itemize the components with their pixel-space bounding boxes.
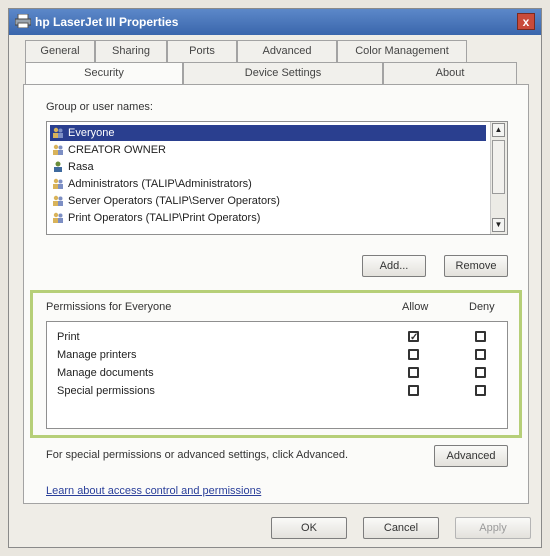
permission-row: Special permissions bbox=[57, 382, 497, 400]
user-list[interactable]: Everyone CREATOR OWNER Rasa Administrato… bbox=[46, 121, 508, 235]
list-item-label: Server Operators (TALIP\Server Operators… bbox=[68, 195, 280, 207]
permission-name: Manage printers bbox=[57, 349, 137, 361]
list-item[interactable]: Server Operators (TALIP\Server Operators… bbox=[50, 193, 486, 209]
security-tab-panel: Group or user names: Everyone CREATOR OW… bbox=[23, 84, 529, 504]
tab-security[interactable]: Security bbox=[25, 62, 183, 84]
list-item-label: Everyone bbox=[68, 127, 115, 139]
tab-advanced[interactable]: Advanced bbox=[237, 40, 337, 62]
special-permissions-text: For special permissions or advanced sett… bbox=[46, 449, 349, 461]
remove-button[interactable]: Remove bbox=[444, 255, 508, 277]
tab-color-management[interactable]: Color Management bbox=[337, 40, 467, 62]
list-item[interactable]: Print Operators (TALIP\Print Operators) bbox=[50, 210, 486, 226]
tab-row-1: General Sharing Ports Advanced Color Man… bbox=[25, 40, 467, 62]
permission-name: Manage documents bbox=[57, 367, 154, 379]
deny-checkbox[interactable] bbox=[475, 385, 486, 396]
list-item-label: Administrators (TALIP\Administrators) bbox=[68, 178, 252, 190]
permission-name: Special permissions bbox=[57, 385, 155, 397]
scroll-up-icon[interactable]: ▲ bbox=[492, 123, 505, 137]
permission-row: Manage printers bbox=[57, 346, 497, 364]
tab-sharing[interactable]: Sharing bbox=[95, 40, 167, 62]
tab-device-settings[interactable]: Device Settings bbox=[183, 62, 383, 84]
tab-general[interactable]: General bbox=[25, 40, 95, 62]
group-icon bbox=[53, 144, 63, 155]
cancel-button[interactable]: Cancel bbox=[363, 517, 439, 539]
list-item[interactable]: CREATOR OWNER bbox=[50, 142, 486, 158]
advanced-button[interactable]: Advanced bbox=[434, 445, 508, 467]
list-item-label: Print Operators (TALIP\Print Operators) bbox=[68, 212, 261, 224]
allow-checkbox[interactable] bbox=[408, 349, 419, 360]
list-item-label: CREATOR OWNER bbox=[68, 144, 166, 156]
deny-column-label: Deny bbox=[469, 301, 495, 313]
group-icon bbox=[53, 195, 63, 206]
group-icon bbox=[53, 212, 63, 223]
user-icon bbox=[54, 161, 62, 172]
properties-dialog: hp LaserJet III Properties x General Sha… bbox=[8, 8, 542, 548]
permission-name: Print bbox=[57, 331, 80, 343]
allow-checkbox[interactable] bbox=[408, 385, 419, 396]
list-item[interactable]: Administrators (TALIP\Administrators) bbox=[50, 176, 486, 192]
list-item[interactable]: Rasa bbox=[50, 159, 486, 175]
list-item[interactable]: Everyone bbox=[50, 125, 486, 141]
scrollbar[interactable]: ▲ ▼ bbox=[490, 122, 507, 234]
permissions-header: Permissions for Everyone bbox=[46, 301, 172, 313]
window-title: hp LaserJet III Properties bbox=[35, 15, 179, 29]
group-icon bbox=[53, 178, 63, 189]
tab-about[interactable]: About bbox=[383, 62, 517, 84]
group-label: Group or user names: bbox=[46, 101, 153, 113]
apply-button[interactable]: Apply bbox=[455, 517, 531, 539]
title-bar: hp LaserJet III Properties x bbox=[9, 9, 541, 35]
tab-ports[interactable]: Ports bbox=[167, 40, 237, 62]
permission-row: Print ✓ bbox=[57, 328, 497, 346]
ok-button[interactable]: OK bbox=[271, 517, 347, 539]
list-item-label: Rasa bbox=[68, 161, 94, 173]
learn-more-link[interactable]: Learn about access control and permissio… bbox=[46, 485, 261, 497]
scroll-thumb[interactable] bbox=[492, 140, 505, 194]
deny-checkbox[interactable] bbox=[475, 349, 486, 360]
checkmark-icon: ✓ bbox=[410, 332, 419, 343]
permission-row: Manage documents bbox=[57, 364, 497, 382]
permissions-list: Print ✓ Manage printers Manage documents… bbox=[46, 321, 508, 429]
allow-column-label: Allow bbox=[402, 301, 429, 313]
deny-checkbox[interactable] bbox=[475, 367, 486, 378]
allow-checkbox[interactable] bbox=[408, 367, 419, 378]
add-button[interactable]: Add... bbox=[362, 255, 426, 277]
close-button[interactable]: x bbox=[517, 13, 535, 30]
deny-checkbox[interactable] bbox=[475, 331, 486, 342]
group-icon bbox=[53, 127, 63, 138]
allow-checkbox[interactable]: ✓ bbox=[408, 331, 419, 343]
tab-row-2: Security Device Settings About bbox=[25, 62, 517, 84]
scroll-down-icon[interactable]: ▼ bbox=[492, 218, 505, 232]
printer-icon bbox=[15, 14, 31, 28]
